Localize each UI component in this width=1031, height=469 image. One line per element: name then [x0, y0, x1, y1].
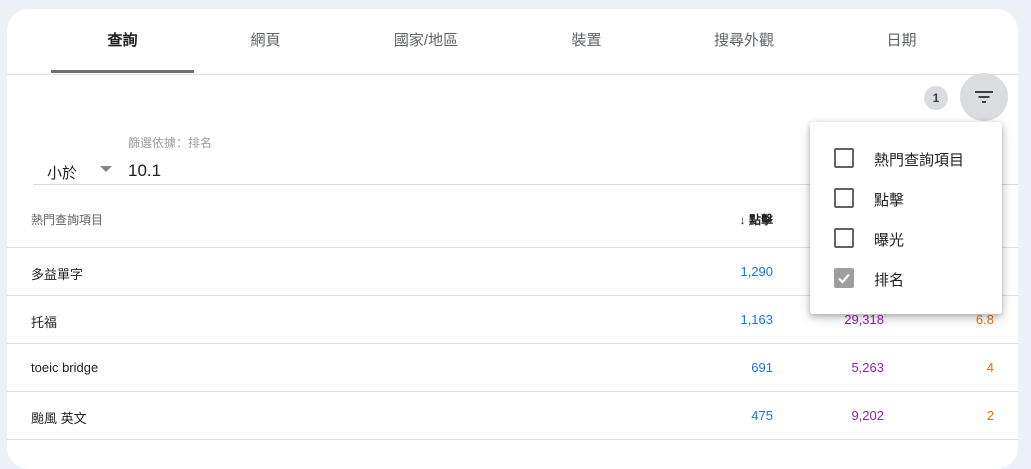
clicks-cell: 691 — [751, 360, 773, 375]
query-cell: 托福 — [31, 315, 58, 330]
checkbox-checked[interactable] — [834, 268, 854, 288]
tab-dates[interactable]: 日期 — [830, 9, 973, 73]
impressions-cell: 5,263 — [851, 360, 884, 375]
query-cell: toeic bridge — [31, 360, 99, 375]
impressions-cell: 29,318 — [844, 312, 884, 327]
filter-metric-menu: 熱門查詢項目 點擊 曝光 排名 — [810, 122, 1002, 314]
position-cell: 2 — [986, 408, 994, 423]
menu-item-label: 點擊 — [874, 192, 905, 209]
active-tab-indicator — [51, 70, 194, 73]
column-header-clicks-label: 點擊 — [748, 213, 773, 227]
impressions-cell: 9,202 — [851, 408, 884, 423]
check-icon — [838, 273, 850, 284]
tab-queries[interactable]: 查詢 — [51, 9, 194, 73]
column-header-clicks[interactable]: ↓ 點擊 — [740, 211, 773, 228]
arrow-down-icon: ↓ — [739, 213, 749, 227]
table-row[interactable]: 颱風 英文 475 9,202 2 — [7, 392, 1018, 440]
tab-search-appearance[interactable]: 搜尋外觀 — [658, 9, 830, 73]
clicks-cell: 475 — [751, 408, 773, 423]
dimension-tabs: 查詢 網頁 國家/地區 裝置 搜尋外觀 日期 — [7, 9, 1018, 75]
filter-operator-select[interactable]: 小於 — [47, 162, 77, 183]
menu-item-top-queries[interactable]: 熱門查詢項目 — [810, 138, 1002, 178]
menu-item-position[interactable]: 排名 — [810, 258, 1002, 298]
table-row[interactable]: toeic bridge 691 5,263 4 — [7, 344, 1018, 392]
filter-value-input[interactable]: 10.1 — [128, 161, 161, 181]
menu-item-label: 排名 — [874, 272, 905, 289]
checkbox[interactable] — [834, 188, 854, 208]
query-cell: 颱風 英文 — [31, 411, 87, 426]
clicks-cell: 1,163 — [740, 312, 773, 327]
filter-button[interactable] — [960, 73, 1008, 121]
checkbox[interactable] — [834, 228, 854, 248]
clicks-cell: 1,290 — [740, 264, 773, 279]
filter-caption: 篩選依據：排名 — [128, 136, 213, 150]
menu-item-clicks[interactable]: 點擊 — [810, 178, 1002, 218]
chevron-down-icon[interactable] — [100, 166, 112, 172]
position-cell: 4 — [986, 360, 994, 375]
tab-pages[interactable]: 網頁 — [194, 9, 337, 73]
tab-countries[interactable]: 國家/地區 — [337, 9, 515, 73]
position-cell: 6.8 — [975, 312, 994, 327]
query-cell: 多益單字 — [31, 267, 84, 282]
menu-item-impressions[interactable]: 曝光 — [810, 218, 1002, 258]
filter-count-badge: 1 — [924, 86, 948, 110]
tab-devices[interactable]: 裝置 — [515, 9, 658, 73]
filter-list-icon — [975, 91, 993, 103]
menu-item-label: 曝光 — [874, 232, 905, 249]
menu-item-label: 熱門查詢項目 — [874, 152, 965, 169]
column-header-query[interactable]: 熱門查詢項目 — [31, 211, 103, 228]
checkbox[interactable] — [834, 148, 854, 168]
